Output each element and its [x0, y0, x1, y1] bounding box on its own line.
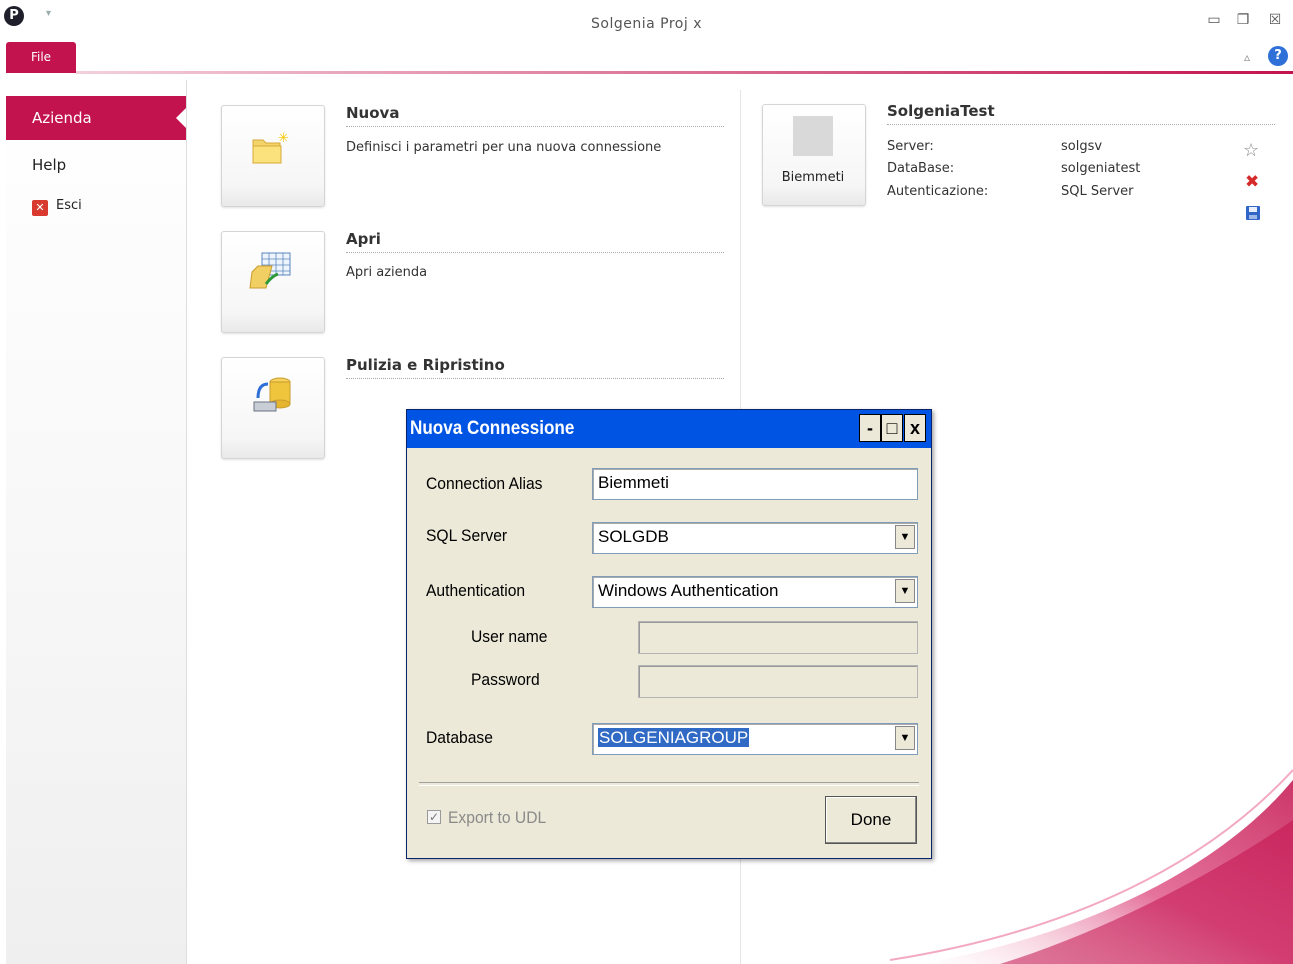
- username-label: User name: [471, 627, 548, 646]
- server-label: Server:: [887, 139, 934, 154]
- open-folder-icon: [249, 252, 291, 289]
- dialog-maximize-button[interactable]: □: [881, 414, 903, 442]
- help-icon[interactable]: ?: [1268, 46, 1288, 66]
- authentication-value: Windows Authentication: [598, 581, 779, 600]
- authentication-select[interactable]: Windows Authentication ▼: [592, 576, 918, 608]
- cleanup-restore-tile[interactable]: [221, 357, 325, 459]
- ribbon-collapse-icon[interactable]: ▵: [1244, 50, 1250, 64]
- database-value: solgeniatest: [1061, 161, 1141, 176]
- new-connection-tile[interactable]: ✳: [221, 105, 325, 207]
- nav-item-esci[interactable]: ✕ Esci: [32, 198, 82, 216]
- nav-item-help[interactable]: Help: [32, 156, 66, 174]
- export-udl-checkbox[interactable]: ✓: [427, 810, 441, 824]
- done-button[interactable]: Done: [825, 796, 917, 844]
- password-label: Password: [471, 670, 540, 689]
- decorative-swoosh: [889, 769, 1293, 964]
- section-desc-nuova: Definisci i parametri per una nuova conn…: [346, 140, 662, 155]
- dialog-title: Nuova Connessione: [410, 418, 575, 439]
- database-label: Database: [426, 728, 493, 747]
- authentication-label: Authentication: [426, 581, 526, 600]
- close-window-button[interactable]: ☒: [1264, 12, 1286, 28]
- connection-alias-input[interactable]: Biemmeti: [592, 468, 918, 500]
- section-title-apri: Apri: [346, 230, 724, 253]
- new-folder-icon: ✳: [252, 131, 289, 164]
- auth-label: Autenticazione:: [887, 184, 989, 199]
- ribbon-divider: [76, 71, 1293, 74]
- dialog-separator: [419, 782, 919, 786]
- save-icon[interactable]: [1245, 205, 1261, 225]
- new-connection-dialog: Nuova Connessione - □ x Connection Alias…: [406, 409, 932, 859]
- database-restore-icon: [253, 377, 291, 412]
- window-title: Solgenia Proj x: [591, 16, 702, 32]
- svg-text:✳: ✳: [278, 131, 289, 146]
- connection-name: SolgeniaTest: [887, 102, 1275, 125]
- database-label: DataBase:: [887, 161, 955, 176]
- chevron-down-icon[interactable]: ▼: [895, 525, 915, 549]
- open-company-tile[interactable]: [221, 231, 325, 333]
- connection-alias-label: Connection Alias: [426, 474, 543, 493]
- sql-server-value: SOLGDB: [598, 527, 669, 546]
- favorite-star-icon[interactable]: ☆: [1243, 140, 1259, 161]
- database-value: SOLGENIAGROUP: [598, 728, 750, 747]
- file-tab[interactable]: File: [6, 42, 76, 73]
- auth-value: SQL Server: [1061, 184, 1134, 199]
- section-title-pulizia: Pulizia e Ripristino: [346, 356, 724, 379]
- minimize-window-button[interactable]: ▭: [1203, 12, 1225, 28]
- dialog-close-button[interactable]: x: [904, 414, 926, 442]
- export-udl-label: Export to UDL: [448, 808, 547, 827]
- delete-icon[interactable]: ✖: [1245, 172, 1259, 192]
- selected-indicator: [176, 108, 186, 128]
- exit-icon: ✕: [32, 200, 48, 216]
- sql-server-select[interactable]: SOLGDB ▼: [592, 522, 918, 554]
- username-input[interactable]: [638, 621, 918, 654]
- password-input[interactable]: [638, 665, 918, 698]
- chevron-down-icon[interactable]: ▼: [895, 579, 915, 603]
- dialog-minimize-button[interactable]: -: [859, 414, 881, 442]
- server-value: solgsv: [1061, 139, 1103, 154]
- sql-server-label: SQL Server: [426, 526, 508, 545]
- nav-item-azienda[interactable]: Azienda: [6, 96, 186, 140]
- section-desc-apri: Apri azienda: [346, 265, 428, 280]
- connection-tile-label: Biemmeti: [781, 170, 845, 185]
- nav-item-esci-label: Esci: [56, 198, 82, 213]
- chevron-down-icon[interactable]: ▼: [895, 726, 915, 750]
- connection-thumbnail: [793, 116, 833, 156]
- restore-window-button[interactable]: ❐: [1232, 12, 1254, 28]
- section-title-nuova: Nuova: [346, 104, 724, 127]
- database-select[interactable]: SOLGENIAGROUP ▼: [592, 723, 918, 755]
